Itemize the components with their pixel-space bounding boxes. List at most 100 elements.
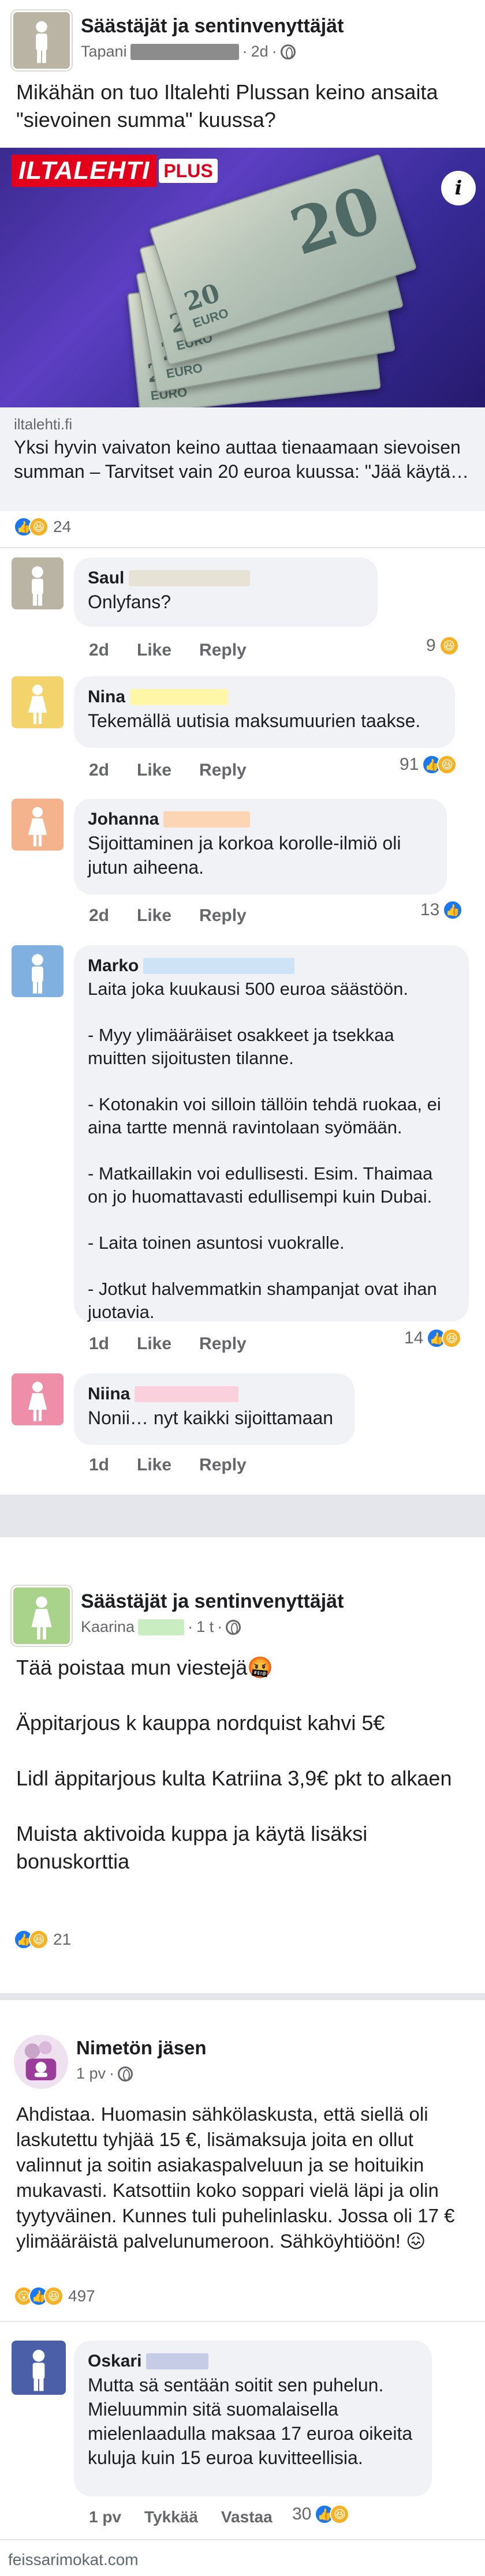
comment-text: Sijoittaminen ja korkoa korolle-ilmiö ol… <box>88 833 401 878</box>
redacted-name <box>143 958 295 974</box>
commenter-avatar[interactable] <box>12 799 64 851</box>
comment-time[interactable]: 1d <box>89 1455 109 1475</box>
author-name[interactable]: Nimetön jäsen <box>76 2037 207 2059</box>
link-preview-info[interactable]: iltalehti.fi Yksi hyvin vaivaton keino a… <box>0 407 485 511</box>
redacted-name <box>135 1386 239 1402</box>
reaction-count: 30 <box>292 2504 312 2523</box>
post-time[interactable]: 1 pv <box>76 2065 106 2083</box>
redacted-name <box>163 811 251 828</box>
reply-button[interactable]: Vastaa <box>221 2508 273 2526</box>
group-name[interactable]: Säästäjät ja sentinvenyttäjät <box>81 1590 344 1613</box>
comment-bubble: Oskari Mutta sä sentään soitit sen puhel… <box>74 2341 432 2496</box>
commenter-avatar[interactable] <box>12 2341 66 2395</box>
info-icon[interactable]: i <box>441 171 476 205</box>
like-button[interactable]: Tykkää <box>144 2508 198 2526</box>
redacted-name <box>130 689 229 705</box>
reaction-count: 14 <box>404 1328 424 1347</box>
person-icon <box>12 676 64 728</box>
post-1: Säästäjät ja sentinvenyttäjät Tapani · 2… <box>0 0 485 1495</box>
anonymous-member-icon <box>14 2035 68 2089</box>
comment-actions: 2d Like Reply <box>89 761 247 780</box>
comment-reactions[interactable]: 9 😆 <box>426 636 459 656</box>
comment-bubble: Marko Laita joka kuukausi 500 euroa sääs… <box>74 945 469 1322</box>
comment-text: Laita joka kuukausi 500 euroa säästöön. … <box>88 979 441 1322</box>
reaction-count: 9 <box>426 636 436 655</box>
post-meta: Tapani · 2d · <box>81 43 296 61</box>
commenter-avatar[interactable] <box>12 1373 64 1425</box>
reply-button[interactable]: Reply <box>199 906 247 926</box>
commenter-name[interactable]: Nina <box>88 687 125 707</box>
haha-reaction-icon: 😆 <box>44 2286 64 2306</box>
commenter-name[interactable]: Johanna <box>88 810 159 829</box>
group-avatar[interactable] <box>12 10 72 70</box>
comment-actions: 1 pv Tykkää Vastaa <box>89 2508 273 2526</box>
like-button[interactable]: Like <box>137 1455 171 1475</box>
haha-reaction-icon: 😆 <box>439 636 459 656</box>
like-button[interactable]: Like <box>137 761 171 780</box>
comment-bubble: Niina Nonii… nyt kaikki sijoittamaan <box>74 1373 355 1445</box>
commenter-avatar[interactable] <box>12 676 64 728</box>
comment-time[interactable]: 2d <box>89 906 109 926</box>
haha-reaction-icon: 😆 <box>442 1328 462 1348</box>
reply-button[interactable]: Reply <box>199 1455 247 1475</box>
comment-bubble: Saul Onlyfans? <box>74 557 378 627</box>
comment-actions: 2d Like Reply <box>89 641 247 660</box>
reply-button[interactable]: Reply <box>199 641 247 660</box>
reaction-count: 497 <box>68 2287 95 2305</box>
post-2: Säästäjät ja sentinvenyttäjät Kaarina · … <box>0 1537 485 1993</box>
comment-reactions[interactable]: 14 👍 😆 <box>404 1328 462 1348</box>
group-name[interactable]: Säästäjät ja sentinvenyttäjät <box>81 15 344 38</box>
iltalehti-logo: ILTALEHTI PLUS <box>12 155 218 187</box>
person-icon <box>12 1373 64 1425</box>
comment-time[interactable]: 2d <box>89 641 109 660</box>
comment-actions: 2d Like Reply <box>89 906 247 926</box>
comment-time[interactable]: 2d <box>89 761 109 780</box>
comment-reactions[interactable]: 30 👍 😆 <box>292 2504 350 2524</box>
like-reaction-icon: 👍 <box>443 900 463 920</box>
post-time[interactable]: 2d <box>251 43 268 61</box>
haha-reaction-icon: 😆 <box>29 1930 48 1949</box>
watermark: feissarimokat.com <box>8 2551 139 2568</box>
reaction-count: 24 <box>53 518 72 536</box>
comment-text: Tekemällä uutisia maksumuurien taakse. <box>88 710 421 731</box>
like-button[interactable]: Like <box>137 641 171 660</box>
post-meta: Kaarina · 1 t · <box>81 1618 241 1636</box>
comment-bubble: Nina Tekemällä uutisia maksumuurien taak… <box>74 676 455 748</box>
group-avatar[interactable] <box>12 1586 72 1646</box>
like-button[interactable]: Like <box>137 906 171 926</box>
commenter-name[interactable]: Niina <box>88 1384 130 1404</box>
comment-reactions[interactable]: 13 👍 <box>420 900 463 920</box>
commenter-avatar[interactable] <box>12 557 64 609</box>
commenter-name[interactable]: Oskari <box>88 2352 141 2371</box>
divider <box>0 547 485 548</box>
post-reactions[interactable]: 👍 😆 24 <box>14 517 71 537</box>
post-reactions[interactable]: 😮 👍 😆 497 <box>14 2286 95 2306</box>
commenter-name[interactable]: Marko <box>88 956 139 976</box>
post-time[interactable]: 1 t <box>196 1618 214 1636</box>
anonymous-avatar[interactable] <box>14 2035 68 2089</box>
post-separator <box>0 1993 485 2000</box>
post-reactions[interactable]: 👍 😆 21 <box>14 1930 71 1949</box>
comment-text: Mutta sä sentään soitit sen puhelun. Mie… <box>88 2375 413 2468</box>
haha-reaction-icon: 😆 <box>437 755 457 774</box>
commenter-name[interactable]: Saul <box>88 568 124 588</box>
like-button[interactable]: Like <box>137 1334 171 1354</box>
reply-button[interactable]: Reply <box>199 1334 247 1354</box>
commenter-avatar[interactable] <box>12 945 64 997</box>
comment-text: Nonii… nyt kaikki sijoittamaan <box>88 1407 334 1428</box>
comment-time[interactable]: 1d <box>89 1334 109 1354</box>
divider <box>0 2321 485 2322</box>
author-name[interactable]: Tapani <box>81 43 127 61</box>
post-text: Ahdistaa. Huomasin sähkölaskusta, että s… <box>16 2103 455 2252</box>
author-name[interactable]: Kaarina <box>81 1618 135 1636</box>
comment-reactions[interactable]: 91 👍 😆 <box>400 755 457 774</box>
comment-text: Onlyfans? <box>88 591 171 612</box>
reply-button[interactable]: Reply <box>199 761 247 780</box>
person-icon <box>13 12 70 69</box>
globe-icon <box>280 44 296 59</box>
redacted-name <box>130 43 239 60</box>
reaction-count: 21 <box>53 1930 72 1948</box>
link-preview-image[interactable]: ILTALEHTI PLUS i 2020EURO 2020EURO 2020E… <box>0 148 485 407</box>
post-text: Mikähän on tuo Iltalehti Plussan keino a… <box>16 80 438 132</box>
comment-time[interactable]: 1 pv <box>89 2508 121 2526</box>
